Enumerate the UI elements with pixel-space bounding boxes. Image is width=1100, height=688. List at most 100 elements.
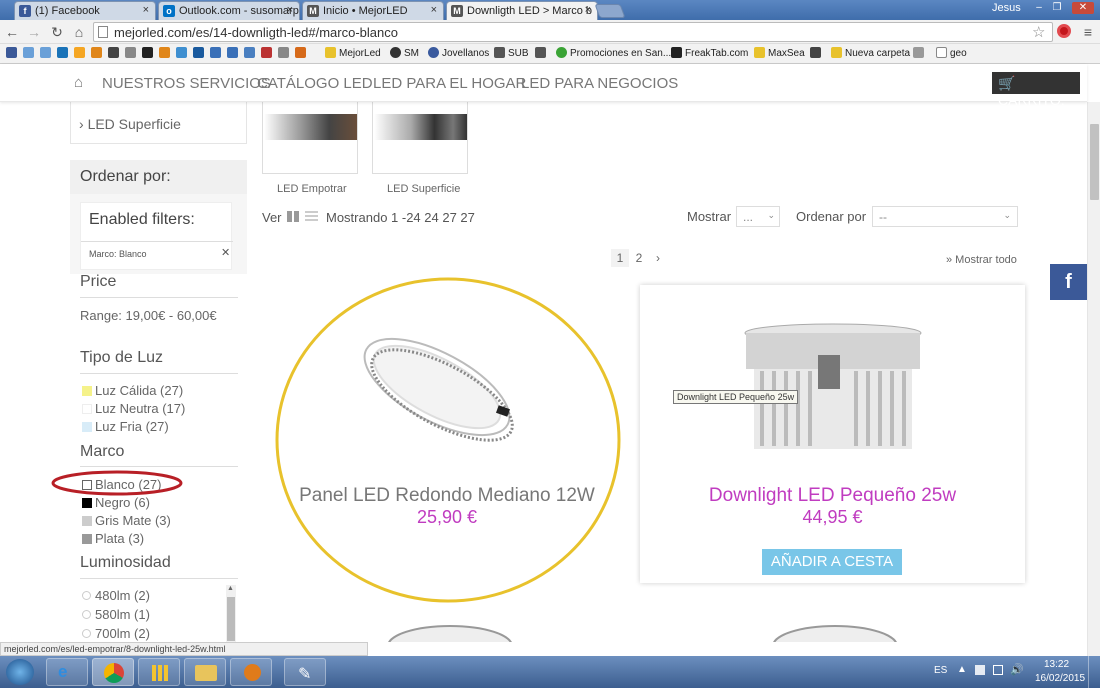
remove-filter-icon[interactable]: ✕: [221, 246, 230, 259]
bookmark-geo[interactable]: geo: [936, 47, 967, 59]
tab-outlook[interactable]: o Outlook.com - susomarp ×: [158, 1, 300, 20]
swatch-calida[interactable]: [82, 386, 92, 396]
bookmark-icon[interactable]: [57, 47, 71, 59]
bookmark-icon[interactable]: [91, 47, 105, 59]
page-scrollbar[interactable]: [1087, 102, 1100, 656]
volume-icon[interactable]: 🔊: [1010, 663, 1024, 676]
network-icon[interactable]: [993, 665, 1003, 675]
nav-catalogo-led[interactable]: CATÁLOGO LED: [257, 75, 373, 92]
swatch-negro[interactable]: [82, 498, 92, 508]
bookmark-icon[interactable]: [74, 47, 88, 59]
bookmark-icon[interactable]: [210, 47, 224, 59]
product-image[interactable]: [765, 620, 905, 642]
tray-expand-icon[interactable]: ▲: [957, 664, 967, 675]
subcat-led-superficie-thumb[interactable]: [372, 102, 468, 174]
bookmark-sm[interactable]: SM: [390, 47, 419, 59]
bookmark-icon[interactable]: [244, 47, 258, 59]
add-to-cart-button[interactable]: AÑADIR A CESTA: [762, 549, 902, 575]
ie-icon[interactable]: e: [46, 658, 88, 686]
bookmark-icon[interactable]: [125, 47, 139, 59]
filter-luz-neutra[interactable]: Luz Neutra (17): [95, 401, 185, 416]
reload-icon[interactable]: ↻: [49, 24, 65, 41]
chrome-icon[interactable]: [92, 658, 134, 686]
bookmark-icon[interactable]: [278, 47, 292, 59]
subcat-led-superficie[interactable]: LED Superficie: [387, 183, 460, 195]
flag-icon[interactable]: [975, 665, 985, 675]
subcat-led-empotrar-thumb[interactable]: [262, 102, 358, 174]
close-icon[interactable]: ×: [585, 4, 591, 16]
subcat-led-empotrar[interactable]: LED Empotrar: [277, 183, 347, 195]
nav-led-negocios[interactable]: LED PARA NEGOCIOS: [521, 75, 678, 92]
close-icon[interactable]: ×: [143, 4, 149, 16]
media-player-icon[interactable]: [230, 658, 272, 686]
facebook-share-button[interactable]: f: [1050, 264, 1087, 300]
bookmark-icon[interactable]: [6, 47, 20, 59]
bookmark-icon[interactable]: [142, 47, 156, 59]
bookmark-icon[interactable]: [295, 47, 309, 59]
clock-date[interactable]: 16/02/2015: [1035, 673, 1085, 684]
language-indicator[interactable]: ES: [934, 665, 947, 676]
star-icon[interactable]: ☆: [1032, 23, 1045, 41]
profile-name[interactable]: Jesus: [992, 2, 1021, 14]
nav-led-hogar[interactable]: LED PARA EL HOGAR: [373, 75, 526, 92]
list-view-icon[interactable]: [305, 211, 318, 222]
tab-facebook[interactable]: f (1) Facebook ×: [14, 1, 156, 20]
nav-nuestros-servicios[interactable]: NUESTROS SERVICIOS: [102, 75, 271, 92]
next-page-icon[interactable]: ›: [649, 249, 667, 267]
radio-icon[interactable]: [82, 591, 91, 600]
filter-marco-plata[interactable]: Plata (3): [95, 531, 144, 546]
swatch-gris-mate[interactable]: [82, 516, 92, 526]
page-2[interactable]: 2: [630, 249, 648, 267]
bookmark-maxsea[interactable]: MaxSea: [754, 47, 805, 59]
filter-luz-calida[interactable]: Luz Cálida (27): [95, 383, 183, 398]
tab-inicio[interactable]: M Inicio • MejorLED ×: [302, 1, 444, 20]
close-window-icon[interactable]: ✕: [1072, 2, 1094, 14]
bookmark-icon[interactable]: [193, 47, 207, 59]
ordenar-select[interactable]: -- ⌄: [872, 206, 1018, 227]
paint-icon[interactable]: ✎: [284, 658, 326, 686]
filter-lum-480[interactable]: 480lm (2): [95, 588, 150, 603]
page-1[interactable]: 1: [611, 249, 629, 267]
bookmark-icon[interactable]: [810, 47, 824, 59]
bookmark-icon[interactable]: [108, 47, 122, 59]
bookmark-icon[interactable]: [159, 47, 173, 59]
bookmark-icon[interactable]: [913, 47, 927, 59]
filter-marco-gris-mate[interactable]: Gris Mate (3): [95, 513, 171, 528]
category-led-superficie[interactable]: › LED Superficie: [79, 116, 181, 132]
product-card[interactable]: Downlight LED Pequeño 25w Downlight LED …: [640, 285, 1025, 583]
bookmark-jovellanos[interactable]: Jovellanos: [428, 47, 489, 59]
filter-lum-580[interactable]: 580lm (1): [95, 607, 150, 622]
grid-view-icon[interactable]: [287, 211, 299, 222]
filter-lum-700[interactable]: 700lm (2): [95, 626, 150, 641]
menu-icon[interactable]: ≡: [1080, 24, 1096, 40]
bookmark-nueva-carpeta[interactable]: Nueva carpeta: [831, 47, 910, 59]
home-icon[interactable]: ⌂: [71, 24, 87, 40]
address-bar[interactable]: mejorled.com/es/14-downligth-led#/marco-…: [93, 22, 1053, 42]
show-desktop-button[interactable]: [1088, 656, 1100, 688]
clock-time[interactable]: 13:22: [1044, 659, 1069, 670]
restore-icon[interactable]: ❐: [1050, 2, 1064, 14]
start-button[interactable]: [6, 659, 34, 685]
swatch-plata[interactable]: [82, 534, 92, 544]
bookmark-freaktab[interactable]: FreakTab.com: [671, 47, 748, 59]
bookmark-sub[interactable]: SUB: [494, 47, 529, 59]
close-icon[interactable]: ×: [431, 4, 437, 16]
forward-icon[interactable]: →: [26, 24, 42, 40]
bookmark-icon[interactable]: [535, 47, 549, 59]
luminosidad-scrollbar[interactable]: ▲: [226, 585, 236, 643]
mostrar-select[interactable]: ... ⌄: [736, 206, 780, 227]
bookmark-icon[interactable]: [23, 47, 37, 59]
product-title[interactable]: Downlight LED Pequeño 25w: [640, 485, 1025, 507]
bookmark-promociones[interactable]: Promociones en San...: [556, 47, 671, 59]
show-all-link[interactable]: » Mostrar todo: [946, 254, 1017, 266]
bookmark-mejorled[interactable]: MejorLed: [325, 47, 381, 59]
bookmark-icon[interactable]: [176, 47, 190, 59]
radio-icon[interactable]: [82, 629, 91, 638]
swatch-fria[interactable]: [82, 422, 92, 432]
back-icon[interactable]: ←: [4, 24, 20, 40]
explorer-icon[interactable]: [184, 658, 226, 686]
opera-icon[interactable]: [1057, 24, 1071, 38]
close-icon[interactable]: ×: [287, 4, 293, 16]
home-icon[interactable]: ⌂: [74, 74, 83, 91]
bookmark-icon[interactable]: [227, 47, 241, 59]
